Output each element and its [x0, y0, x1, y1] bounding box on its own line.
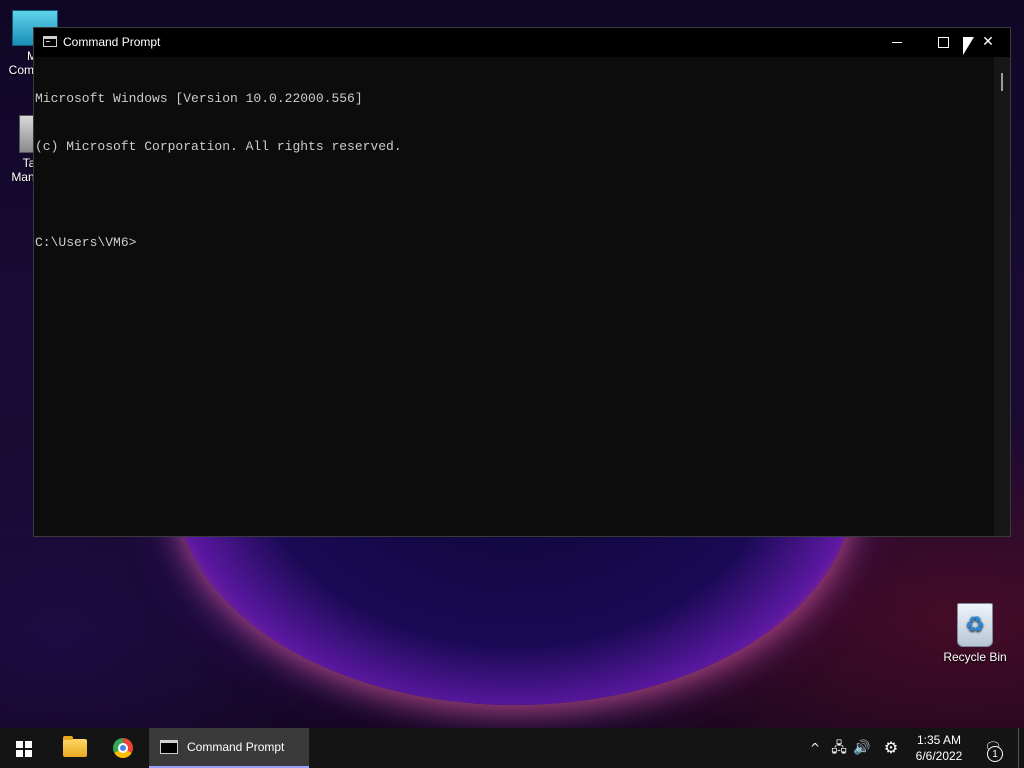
clock-time: 1:35 AM: [916, 733, 962, 747]
desktop-icon-label: Recycle Bin: [943, 650, 1007, 664]
taskbar-app-label: Command Prompt: [187, 740, 285, 754]
console-output[interactable]: Microsoft Windows [Version 10.0.22000.55…: [34, 57, 994, 536]
folder-icon: [63, 736, 87, 757]
mouse-cursor-icon: [963, 37, 974, 55]
window-titlebar[interactable]: Command Prompt ✕: [34, 28, 1010, 57]
taskbar-clock[interactable]: 1:35 AM 6/6/2022: [908, 732, 970, 764]
network-icon[interactable]: 🖧: [828, 728, 850, 768]
chrome-icon: [113, 738, 133, 758]
minimize-button[interactable]: [874, 28, 920, 57]
start-button[interactable]: [0, 728, 48, 768]
notification-count-badge: 1: [987, 746, 1003, 762]
cmd-icon: [160, 740, 178, 754]
show-desktop-button[interactable]: [1018, 728, 1024, 768]
maximize-icon: [937, 36, 949, 48]
taskbar-file-explorer[interactable]: [50, 728, 98, 768]
scrollbar-thumb[interactable]: [1001, 73, 1003, 91]
recycle-bin-icon: ♻: [957, 603, 993, 647]
minimize-icon: [892, 41, 902, 43]
desktop: My Computer Task Manager ♻ Recycle Bin C…: [0, 0, 1024, 728]
close-icon: ✕: [982, 34, 994, 50]
console-prompt[interactable]: C:\Users\VM6>: [35, 235, 994, 251]
show-hidden-icons-chevron-icon[interactable]: ^: [806, 728, 824, 768]
volume-icon[interactable]: 🔊: [851, 728, 873, 768]
vertical-scrollbar[interactable]: [994, 57, 1010, 536]
taskbar: Command Prompt ^ 🖧 🔊 ⚙ 1:35 AM 6/6/2022 …: [0, 728, 1024, 768]
gear-icon[interactable]: ⚙: [879, 728, 903, 768]
console-line: (c) Microsoft Corporation. All rights re…: [35, 139, 402, 154]
windows-logo-icon: [16, 741, 32, 757]
maximize-button[interactable]: [920, 28, 966, 57]
clock-date: 6/6/2022: [915, 749, 963, 763]
taskbar-chrome[interactable]: [99, 728, 147, 768]
command-prompt-window: Command Prompt ✕ Microsoft Windows [Vers…: [33, 27, 1011, 537]
cmd-icon: [43, 36, 57, 47]
desktop-icon-recycle-bin[interactable]: ♻ Recycle Bin: [940, 603, 1010, 664]
window-title: Command Prompt: [63, 35, 161, 49]
taskbar-command-prompt[interactable]: Command Prompt: [149, 728, 309, 768]
console-line: Microsoft Windows [Version 10.0.22000.55…: [35, 91, 363, 106]
